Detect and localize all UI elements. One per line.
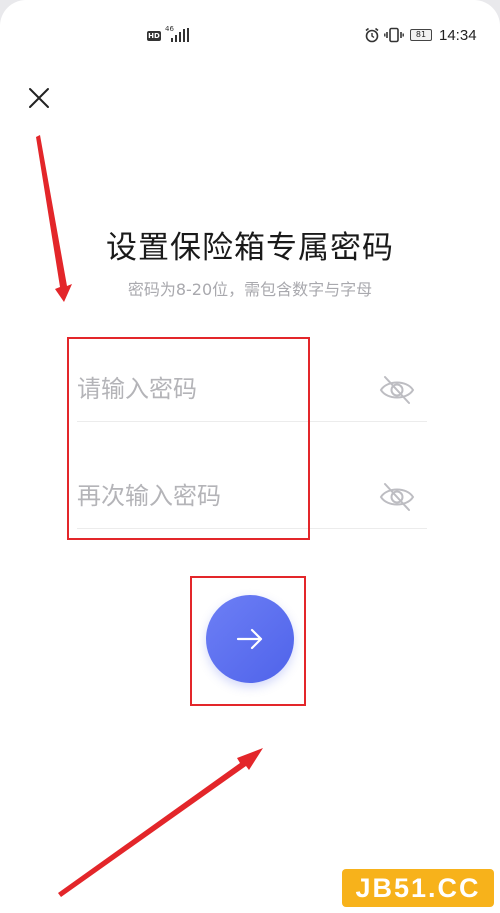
site-watermark: JB51.CC bbox=[342, 869, 494, 907]
annotation-arrow-down bbox=[36, 135, 72, 302]
app-screen: HD 46 81 14:34 设置保险箱专属密码 密码为8-20位，需包含数字与… bbox=[0, 0, 500, 913]
annotation-arrow-up bbox=[58, 748, 263, 897]
annotation-arrows bbox=[36, 135, 263, 897]
